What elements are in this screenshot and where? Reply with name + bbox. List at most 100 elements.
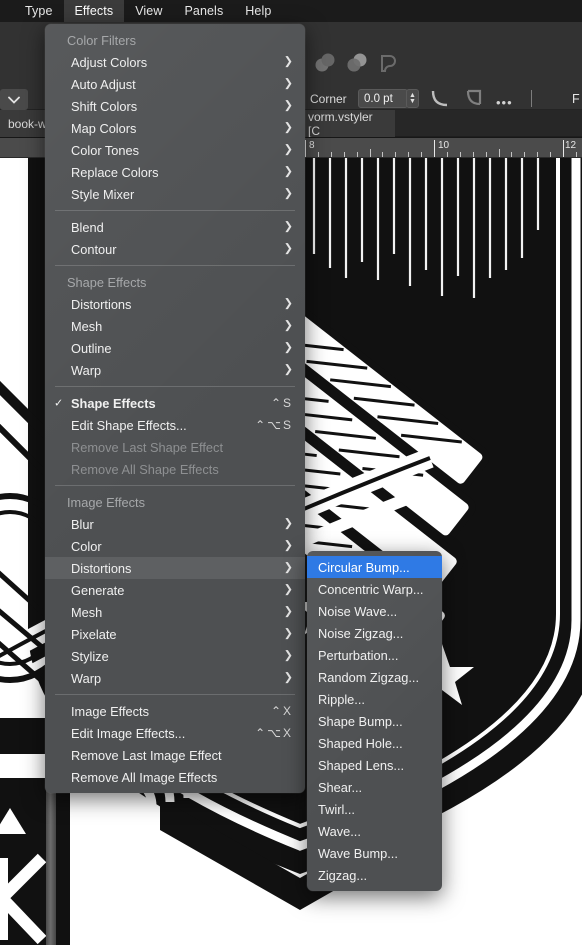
menu-section-header: Color Filters [45,29,305,51]
toolbar-overflow-button[interactable]: ••• [496,95,513,110]
menu-item-blur[interactable]: Blur ❯ [45,513,305,535]
corner-square-icon[interactable] [463,88,485,110]
submenu-item-random-zigzag[interactable]: Random Zigzag... [307,666,442,688]
ruler-tick [537,152,539,157]
menu-section-header: Shape Effects [45,271,305,293]
menu-item-distortions[interactable]: Distortions ❯ [45,293,305,315]
menu-item-label: Generate [71,582,125,598]
menu-item-mesh[interactable]: Mesh ❯ [45,315,305,337]
menu-item-label: Map Colors [71,120,137,136]
chevron-right-icon: ❯ [283,99,293,112]
panel-collapse-button[interactable] [0,89,28,110]
menu-item-remove-last-image-effect[interactable]: Remove Last Image Effect [45,744,305,766]
menu-item-label: Remove All Image Effects [71,769,218,785]
menu-item-adjust-colors[interactable]: Adjust Colors ❯ [45,51,305,73]
submenu-item-ripple[interactable]: Ripple... [307,688,442,710]
menu-item-remove-all-image-effects[interactable]: Remove All Image Effects [45,766,305,788]
ruler-tick [550,152,552,157]
menu-separator [55,210,295,211]
unite-shapes-icon[interactable] [314,52,336,74]
menu-item-color-tones[interactable]: Color Tones ❯ [45,139,305,161]
menu-section-header: Image Effects [45,491,305,513]
submenu-item-perturbation[interactable]: Perturbation... [307,644,442,666]
application-window: 8 10 12 book-w vorm.vstyler [C Corner 0.… [0,0,582,945]
menu-item-shortcut: ⌃⌥S [255,418,293,432]
menubar-item-type[interactable]: Type [14,0,64,22]
menu-section-header-label: Image Effects [67,494,146,510]
submenu-item-circular-bump[interactable]: Circular Bump... [307,556,442,578]
corner-round-icon[interactable] [429,88,451,110]
submenu-item-shaped-lens[interactable]: Shaped Lens... [307,754,442,776]
submenu-item-shape-bump[interactable]: Shape Bump... [307,710,442,732]
menu-item-label: Edit Image Effects... [71,725,186,741]
menu-separator [55,265,295,266]
menu-item-shape-effects[interactable]: ✓ Shape Effects ⌃S [45,392,305,414]
submenu-item-shaped-hole[interactable]: Shaped Hole... [307,732,442,754]
menu-item-stylize[interactable]: Stylize ❯ [45,645,305,667]
menu-item-label: Image Effects [71,703,150,719]
corner-stepper[interactable]: ▲ ▼ [406,89,419,108]
document-tab[interactable]: vorm.vstyler [C [300,110,395,138]
menubar-item-effects[interactable]: Effects [63,0,125,22]
menu-item-image-effects[interactable]: Image Effects ⌃X [45,700,305,722]
menu-item-label: Pixelate [71,626,117,642]
submenu-item-label: Perturbation... [318,647,399,663]
menu-item-label: Auto Adjust [71,76,136,92]
submenu-item-twirl[interactable]: Twirl... [307,798,442,820]
submenu-item-zigzag[interactable]: Zigzag... [307,864,442,886]
menu-item-edit-image-effects[interactable]: Edit Image Effects... ⌃⌥X [45,722,305,744]
menu-item-warp[interactable]: Warp ❯ [45,359,305,381]
menu-item-contour[interactable]: Contour ❯ [45,238,305,260]
menu-item-style-mixer[interactable]: Style Mixer ❯ [45,183,305,205]
menu-item-map-colors[interactable]: Map Colors ❯ [45,117,305,139]
corner-radius-input[interactable]: 0.0 pt [358,89,408,108]
submenu-item-wave-bump[interactable]: Wave Bump... [307,842,442,864]
ruler-tick [382,152,384,157]
chevron-right-icon: ❯ [283,583,293,596]
menu-item-label: Mesh [71,318,103,334]
menubar-item-panels[interactable]: Panels [173,0,234,22]
menu-item-label: Style Mixer [71,186,135,202]
menu-item-remove-last-shape-effect: Remove Last Shape Effect [45,436,305,458]
menu-item-distortions[interactable]: Distortions ❯ [45,557,305,579]
menu-item-auto-adjust[interactable]: Auto Adjust ❯ [45,73,305,95]
menu-item-generate[interactable]: Generate ❯ [45,579,305,601]
menu-item-label: Replace Colors [71,164,159,180]
menu-item-remove-all-shape-effects: Remove All Shape Effects [45,458,305,480]
ruler-tick [356,152,358,157]
submenu-item-wave[interactable]: Wave... [307,820,442,842]
menu-section-header-label: Shape Effects [67,274,147,290]
menu-item-label: Shift Colors [71,98,138,114]
menu-item-color[interactable]: Color ❯ [45,535,305,557]
menu-item-label: Mesh [71,604,103,620]
ruler-tick [343,152,345,157]
menu-item-shortcut: ⌃X [270,704,293,718]
subtract-shapes-icon[interactable] [346,52,368,74]
submenu-item-label: Wave... [318,823,361,839]
submenu-item-shear[interactable]: Shear... [307,776,442,798]
ruler-tick [575,152,577,157]
menu-item-mesh[interactable]: Mesh ❯ [45,601,305,623]
menu-item-edit-shape-effects[interactable]: Edit Shape Effects... ⌃⌥S [45,414,305,436]
menubar-item-help[interactable]: Help [234,0,282,22]
ruler-tick [305,140,306,157]
chevron-right-icon: ❯ [283,220,293,233]
menu-item-pixelate[interactable]: Pixelate ❯ [45,623,305,645]
ruler-tick [369,149,371,157]
submenu-item-noise-zigzag[interactable]: Noise Zigzag... [307,622,442,644]
menu-item-shift-colors[interactable]: Shift Colors ❯ [45,95,305,117]
ruler-tick [485,152,487,157]
submenu-item-concentric-warp[interactable]: Concentric Warp... [307,578,442,600]
menu-item-outline[interactable]: Outline ❯ [45,337,305,359]
intersect-shapes-icon[interactable] [378,52,400,74]
checkmark-icon: ✓ [54,397,64,410]
menubar-item-view[interactable]: View [124,0,173,22]
menu-item-label: Remove Last Shape Effect [71,439,223,455]
ruler-tick [511,152,513,157]
submenu-item-label: Concentric Warp... [318,581,424,597]
menu-item-warp[interactable]: Warp ❯ [45,667,305,689]
submenu-item-noise-wave[interactable]: Noise Wave... [307,600,442,622]
menu-item-replace-colors[interactable]: Replace Colors ❯ [45,161,305,183]
menu-item-blend[interactable]: Blend ❯ [45,216,305,238]
ruler-label: 10 [438,140,450,151]
